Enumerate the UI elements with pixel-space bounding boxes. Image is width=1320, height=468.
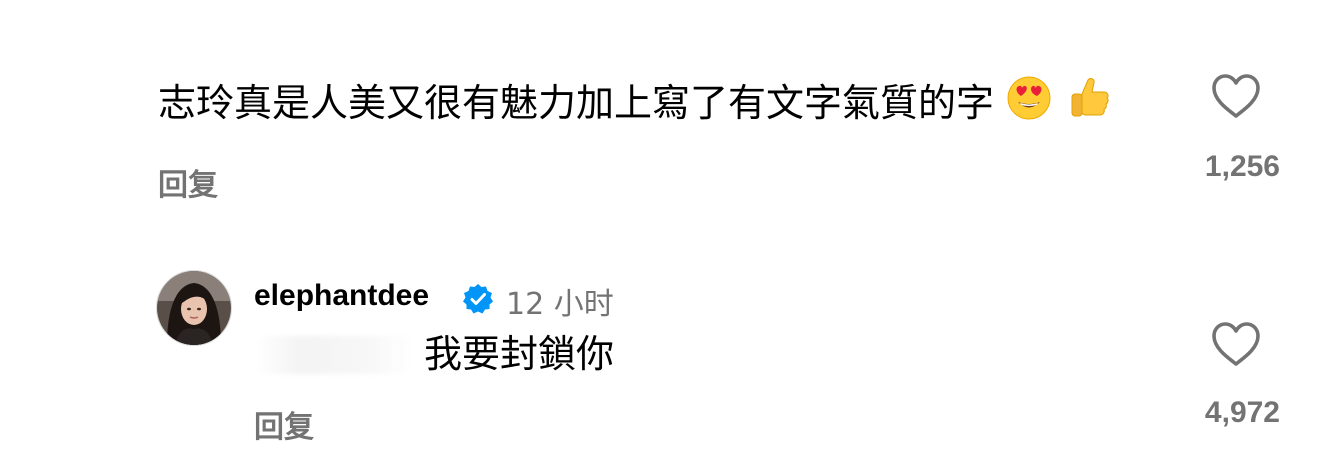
reply-button-2[interactable]: 回复 [254,402,314,446]
like-heart-icon[interactable] [1210,72,1262,120]
comment-text-body: 志玲真是人美又很有魅力加上寫了有文字氣質的字 [158,81,995,125]
like-count-2: 4,972 [1204,396,1280,429]
blurred-mention [254,336,414,374]
username[interactable]: elephantdee [254,279,429,313]
heart-eyes-emoji-icon [1006,75,1052,136]
reply-button-1[interactable]: 回复 [158,160,218,204]
like-heart-icon[interactable] [1210,320,1262,368]
thumbs-up-emoji-icon [1064,74,1112,137]
like-count-1: 1,256 [1204,150,1280,183]
avatar[interactable] [156,270,232,346]
timestamp: 12 小时 [506,287,614,322]
comment-text-2: 我要封鎖你 [424,332,615,376]
verified-badge-icon [462,283,494,315]
comment-text-1: 志玲真是人美又很有魅力加上寫了有文字氣質的字 [158,74,1112,137]
